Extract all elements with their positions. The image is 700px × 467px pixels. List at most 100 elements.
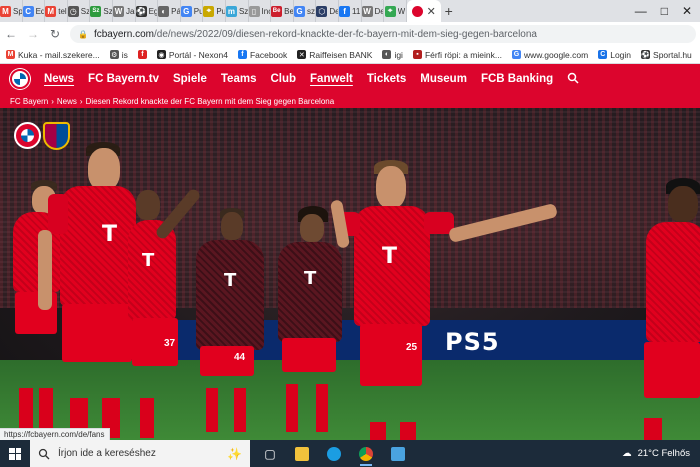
taskbar-chrome[interactable] [352, 440, 380, 467]
nav-fanwelt[interactable]: Fanwelt [310, 73, 353, 85]
jacket-logo-1: T [224, 270, 237, 291]
bookmark-label: is [121, 49, 128, 60]
browser-tab[interactable]: CEd [22, 0, 46, 22]
bookmark-item[interactable]: ⚽ Sportal.hu [641, 50, 692, 60]
taskbar-search-placeholder: Írjon ide a kereséshez [58, 448, 156, 459]
browser-tab[interactable]: f 11 [339, 0, 362, 22]
bookmark-item[interactable]: f [137, 50, 147, 59]
hero-image: PS5 T T 37 T 44 T T 25 [0, 108, 700, 440]
tab-title: De [329, 6, 338, 16]
nav-fcbayern-tv[interactable]: FC Bayern.tv [88, 73, 159, 85]
taskbar-file-explorer[interactable] [288, 440, 316, 467]
bookmark-item[interactable]: Gwww.google.com [511, 49, 589, 60]
fcbayern-icon [411, 5, 423, 17]
browser-tab[interactable]: ⌖Pu [203, 0, 226, 22]
minimize-button[interactable]: — [635, 4, 647, 18]
tab-title: tel [58, 6, 67, 16]
tab-title: Jai [125, 6, 135, 16]
maps-icon: ⌖ [384, 5, 396, 17]
search-icon[interactable] [567, 72, 579, 87]
maximize-button[interactable]: □ [661, 4, 668, 18]
bookmark-item[interactable]: ⚙ is [109, 49, 128, 60]
tab-strip: MSpCEdMtel◷SzSzSzWJai⚽Eg◐PáGPu⌖PumSz▯Inc… [0, 0, 700, 22]
bookmark-item[interactable]: C Login [598, 50, 631, 60]
start-button[interactable] [0, 440, 30, 467]
nav-news[interactable]: News [44, 73, 74, 85]
bookmark-label: Raiffeisen BANK [309, 49, 373, 60]
number-37: 37 [164, 338, 176, 349]
browser-tab[interactable]: ▯Inc [248, 0, 272, 22]
browser-tab[interactable]: Mtel [45, 0, 68, 22]
nav-fcb-banking[interactable]: FCB Banking [481, 73, 553, 85]
bookmark-item[interactable]: ◉ Portál - Nexon4 [156, 50, 228, 60]
browser-tab[interactable]: ⬡De [316, 0, 339, 22]
forward-button[interactable]: → [26, 27, 40, 41]
bookmark-label: Login [610, 49, 632, 60]
taskbar-notepad[interactable] [384, 440, 412, 467]
browser-tab[interactable]: WJai [112, 0, 136, 22]
reload-button[interactable]: ↻ [48, 27, 62, 41]
pin-icon: ⌖ [203, 5, 215, 17]
bookmark-item[interactable]: ◐ igi [382, 50, 403, 60]
nav-teams[interactable]: Teams [221, 73, 257, 85]
bookmark-label: www.google.com [523, 49, 589, 60]
taskbar-search-input[interactable]: Írjon ide a kereséshez ✨ [30, 440, 250, 467]
fcbayern-logo[interactable] [10, 69, 30, 89]
nav-club[interactable]: Club [270, 73, 296, 85]
close-tab-icon[interactable]: ✕ [427, 5, 436, 18]
number-44: 44 [234, 352, 246, 363]
soccer-icon: ⚽ [641, 50, 651, 59]
bookmark-item[interactable]: ✕ Raiffeisen BANK [297, 50, 372, 60]
browser-tab[interactable]: ⚽Eg [135, 0, 159, 22]
back-button[interactable]: ← [4, 27, 18, 41]
nexon-icon: ◉ [156, 50, 166, 59]
gmail-icon: M [6, 50, 15, 59]
nav-museum[interactable]: Museum [420, 73, 467, 85]
shirt-logo-37: T [142, 250, 155, 271]
new-tab-button[interactable]: + [441, 3, 457, 19]
windows-icon [9, 447, 21, 460]
browser-tab[interactable]: BeBe [271, 0, 294, 22]
tab-title: Sz [80, 6, 90, 16]
browser-tab[interactable]: ◐Pá [158, 0, 181, 22]
browser-tab-active[interactable]: ✕ [406, 0, 441, 22]
doc-icon: ▯ [248, 5, 260, 17]
breadcrumb-home[interactable]: FC Bayern [10, 97, 48, 106]
browser-tab[interactable]: WDe [361, 0, 385, 22]
raiffeisen-icon: ✕ [297, 50, 307, 59]
bookmark-item[interactable]: M Kuka - mail.szekere... [6, 50, 100, 60]
url-input[interactable]: 🔒 fcbayern.com/de/news/2022/09/diesen-re… [70, 25, 696, 43]
status-link-preview: https://fcbayern.com/de/fans [0, 428, 110, 440]
browser-tab[interactable]: Gsz [294, 0, 317, 22]
facebook-icon: f [237, 50, 247, 59]
soccer-icon: ⚽ [135, 5, 147, 17]
taskbar-edge[interactable] [320, 440, 348, 467]
sz-icon: Sz [90, 5, 102, 17]
gmail-icon: M [45, 5, 57, 17]
bookmark-item[interactable]: f Facebook [237, 50, 287, 60]
gmail-icon: M [0, 5, 11, 17]
browser-tab[interactable]: m Sz [225, 0, 249, 22]
search-highlight-icon[interactable]: ✨ [227, 447, 242, 461]
google-icon: G [180, 5, 192, 17]
nav-spiele[interactable]: Spiele [173, 73, 207, 85]
lock-icon[interactable]: 🔒 [78, 30, 88, 39]
tab-title: Ed [35, 6, 45, 16]
browser-tab[interactable]: ⌖ W [384, 0, 407, 22]
breadcrumb-news[interactable]: News [57, 97, 77, 106]
player-right-edge [640, 178, 700, 440]
settings-icon: ⚙ [109, 50, 119, 59]
browser-tab[interactable]: ◷ Sz [67, 0, 91, 22]
browser-tab[interactable]: Sz Sz [90, 0, 113, 22]
wikipedia-icon: W [112, 5, 124, 17]
nav-tickets[interactable]: Tickets [367, 73, 406, 85]
hex-icon: ⬡ [316, 5, 328, 17]
player-left-shouting: T [38, 138, 140, 438]
weather-text[interactable]: 21°C Felhős [638, 448, 690, 459]
browser-tab[interactable]: MSp [0, 0, 23, 22]
player-25-arms-out: T 25 [329, 160, 580, 440]
task-view-button[interactable]: ▢ [256, 440, 284, 467]
bookmark-item[interactable]: ▪ Férfi röpi: a mieink... [412, 50, 502, 60]
browser-tab[interactable]: GPu [180, 0, 204, 22]
close-window-button[interactable]: ✕ [682, 4, 692, 18]
